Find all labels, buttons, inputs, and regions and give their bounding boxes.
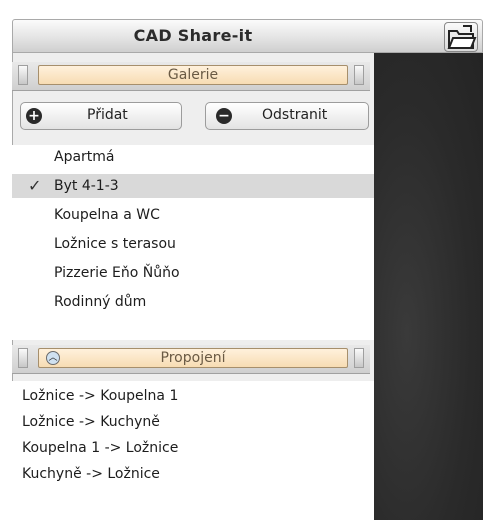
galerie-header-left-edge (18, 65, 28, 85)
list-item-label: Apartmá (54, 149, 115, 165)
list-item-label: Ložnice s terasou (54, 236, 176, 252)
propojeni-header-left-edge (18, 348, 28, 368)
propojeni-title: Propojení (160, 350, 226, 366)
add-button[interactable]: + Přidat (20, 102, 182, 130)
connections-list: Ložnice -> Koupelna 1 Ložnice -> Kuchyně… (12, 381, 374, 520)
propojeni-title-bar[interactable]: ︿ Propojení (38, 348, 348, 368)
connection-item[interactable]: Ložnice -> Koupelna 1 (22, 384, 178, 408)
list-item[interactable]: Apartmá (12, 145, 374, 169)
list-item[interactable]: Rodinný dům (12, 290, 374, 314)
checkmark-icon: ✓ (28, 176, 42, 195)
open-folder-button[interactable] (444, 22, 478, 52)
list-item-label: Koupelna a WC (54, 207, 160, 223)
remove-button-label: Odstranit (262, 107, 328, 123)
list-item[interactable]: Koupelna a WC (12, 203, 374, 227)
3d-viewport[interactable] (374, 53, 483, 520)
galerie-header-right-edge (354, 65, 364, 85)
list-item[interactable]: Pizzerie Eňo Ňůňo (12, 261, 374, 285)
connection-item[interactable]: Kuchyně -> Ložnice (22, 462, 160, 486)
connection-item[interactable]: Ložnice -> Kuchyně (22, 410, 160, 434)
chevron-up-circle-icon[interactable]: ︿ (46, 351, 60, 365)
app-title: CAD Share-it (133, 26, 253, 45)
list-item-label: Byt 4-1-3 (54, 178, 119, 194)
title-bar: CAD Share-it (12, 19, 483, 53)
propojeni-header: ︿ Propojení (12, 345, 370, 374)
list-item-label: Pizzerie Eňo Ňůňo (54, 265, 180, 281)
list-item-label: Rodinný dům (54, 294, 147, 310)
connection-item[interactable]: Koupelna 1 -> Ložnice (22, 436, 178, 460)
remove-button[interactable]: − Odstranit (205, 102, 369, 130)
galerie-header: Galerie (12, 62, 370, 91)
plus-circle-icon: + (26, 108, 42, 124)
gallery-list: Apartmá ✓ Byt 4-1-3 Koupelna a WC Ložnic… (12, 145, 374, 340)
minus-circle-icon: − (216, 108, 232, 124)
folder-open-icon (447, 25, 477, 49)
add-button-label: Přidat (87, 107, 128, 123)
list-item[interactable]: Ložnice s terasou (12, 232, 374, 256)
galerie-title[interactable]: Galerie (38, 65, 348, 85)
list-item-selected[interactable]: ✓ Byt 4-1-3 (12, 174, 374, 198)
propojeni-header-right-edge (354, 348, 364, 368)
